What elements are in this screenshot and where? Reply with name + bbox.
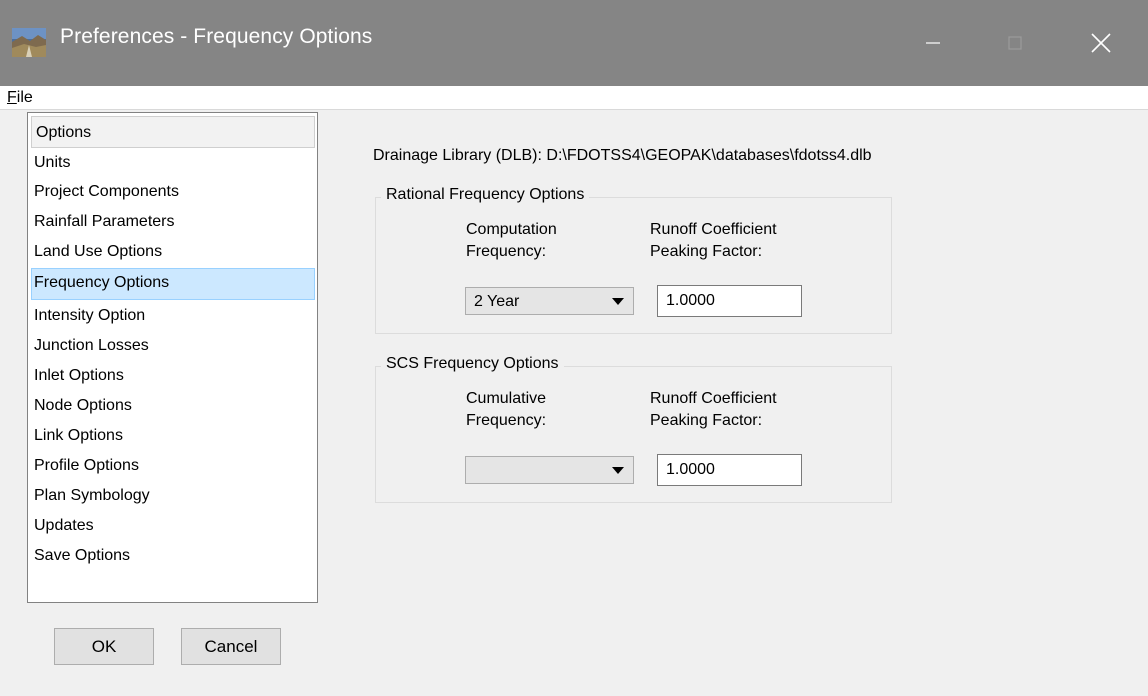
minimize-button[interactable] xyxy=(894,0,972,86)
option-item-label: Junction Losses xyxy=(34,337,149,354)
scs-frequency-title: SCS Frequency Options xyxy=(381,355,564,373)
options-list-header-label: Options xyxy=(36,124,92,141)
option-item-label: Units xyxy=(34,154,71,171)
option-item-plan-symbology[interactable]: Plan Symbology xyxy=(31,481,315,510)
menu-file-label: ile xyxy=(16,89,33,106)
cumulative-frequency-label-line1: Cumulative xyxy=(466,390,547,407)
rational-peaking-factor-label-line1: Runoff Coefficient xyxy=(650,221,777,238)
option-item-units[interactable]: Units xyxy=(31,148,315,177)
cumulative-frequency-label-line2: Frequency: xyxy=(466,412,547,429)
cumulative-frequency-dropdown[interactable] xyxy=(465,456,634,484)
option-item-node-options[interactable]: Node Options xyxy=(31,391,315,420)
close-icon xyxy=(1091,33,1111,53)
options-list[interactable]: Options Units Project Components Rainfal… xyxy=(27,112,318,603)
option-item-inlet-options[interactable]: Inlet Options xyxy=(31,361,315,390)
computation-frequency-label-line1: Computation xyxy=(466,221,557,238)
option-item-label: Frequency Options xyxy=(34,274,170,291)
option-item-label: Rainfall Parameters xyxy=(34,213,175,230)
computation-frequency-label-line2: Frequency: xyxy=(466,243,547,260)
ok-button[interactable]: OK xyxy=(54,628,154,665)
option-item-label: Link Options xyxy=(34,427,123,444)
computation-frequency-dropdown[interactable]: 2 Year xyxy=(465,287,634,315)
option-item-label: Project Components xyxy=(34,183,179,200)
option-item-project-components[interactable]: Project Components xyxy=(31,177,315,206)
preferences-window: Preferences - Frequency Options File Opt… xyxy=(0,0,1148,696)
option-item-label: Land Use Options xyxy=(34,243,163,260)
cancel-button[interactable]: Cancel xyxy=(181,628,281,665)
scs-frequency-group: SCS Frequency Options Cumulative Frequen… xyxy=(375,355,892,503)
computation-frequency-value: 2 Year xyxy=(474,293,520,310)
option-item-junction-losses[interactable]: Junction Losses xyxy=(31,331,315,360)
option-item-rainfall-parameters[interactable]: Rainfall Parameters xyxy=(31,207,315,236)
scs-peaking-factor-label-line2: Peaking Factor: xyxy=(650,412,763,429)
option-item-label: Inlet Options xyxy=(34,367,124,384)
option-item-link-options[interactable]: Link Options xyxy=(31,421,315,450)
menu-bar: File xyxy=(0,86,1148,110)
menu-file[interactable]: File xyxy=(7,89,33,107)
option-item-intensity-option[interactable]: Intensity Option xyxy=(31,301,315,330)
rational-frequency-group: Rational Frequency Options Computation F… xyxy=(375,186,892,334)
rational-peaking-factor-input[interactable] xyxy=(657,285,802,317)
title-bar[interactable]: Preferences - Frequency Options xyxy=(0,0,1148,86)
window-title: Preferences - Frequency Options xyxy=(60,25,373,48)
app-landscape-icon xyxy=(12,28,46,57)
option-item-profile-options[interactable]: Profile Options xyxy=(31,451,315,480)
rational-frequency-title: Rational Frequency Options xyxy=(381,186,590,204)
chevron-down-icon xyxy=(612,467,624,474)
close-button[interactable] xyxy=(1062,0,1140,86)
maximize-icon xyxy=(1008,36,1022,50)
drainage-library-path: Drainage Library (DLB): D:\FDOTSS4\GEOPA… xyxy=(373,147,872,164)
option-item-land-use-options[interactable]: Land Use Options xyxy=(31,237,315,266)
option-item-label: Profile Options xyxy=(34,457,139,474)
option-item-label: Updates xyxy=(34,517,94,534)
option-item-label: Intensity Option xyxy=(34,307,146,324)
option-item-frequency-options[interactable]: Frequency Options xyxy=(31,268,315,300)
option-item-label: Save Options xyxy=(34,547,131,564)
menu-file-mnemonic: F xyxy=(7,89,17,106)
option-item-save-options[interactable]: Save Options xyxy=(31,541,315,570)
option-item-updates[interactable]: Updates xyxy=(31,511,315,540)
rational-peaking-factor-label-line2: Peaking Factor: xyxy=(650,243,763,260)
option-item-label: Node Options xyxy=(34,397,132,414)
maximize-button[interactable] xyxy=(976,0,1054,86)
option-item-label: Plan Symbology xyxy=(34,487,150,504)
scs-peaking-factor-input[interactable] xyxy=(657,454,802,486)
options-list-header[interactable]: Options xyxy=(31,116,315,148)
chevron-down-icon xyxy=(612,298,624,305)
minimize-icon xyxy=(926,42,940,44)
scs-peaking-factor-label-line1: Runoff Coefficient xyxy=(650,390,777,407)
